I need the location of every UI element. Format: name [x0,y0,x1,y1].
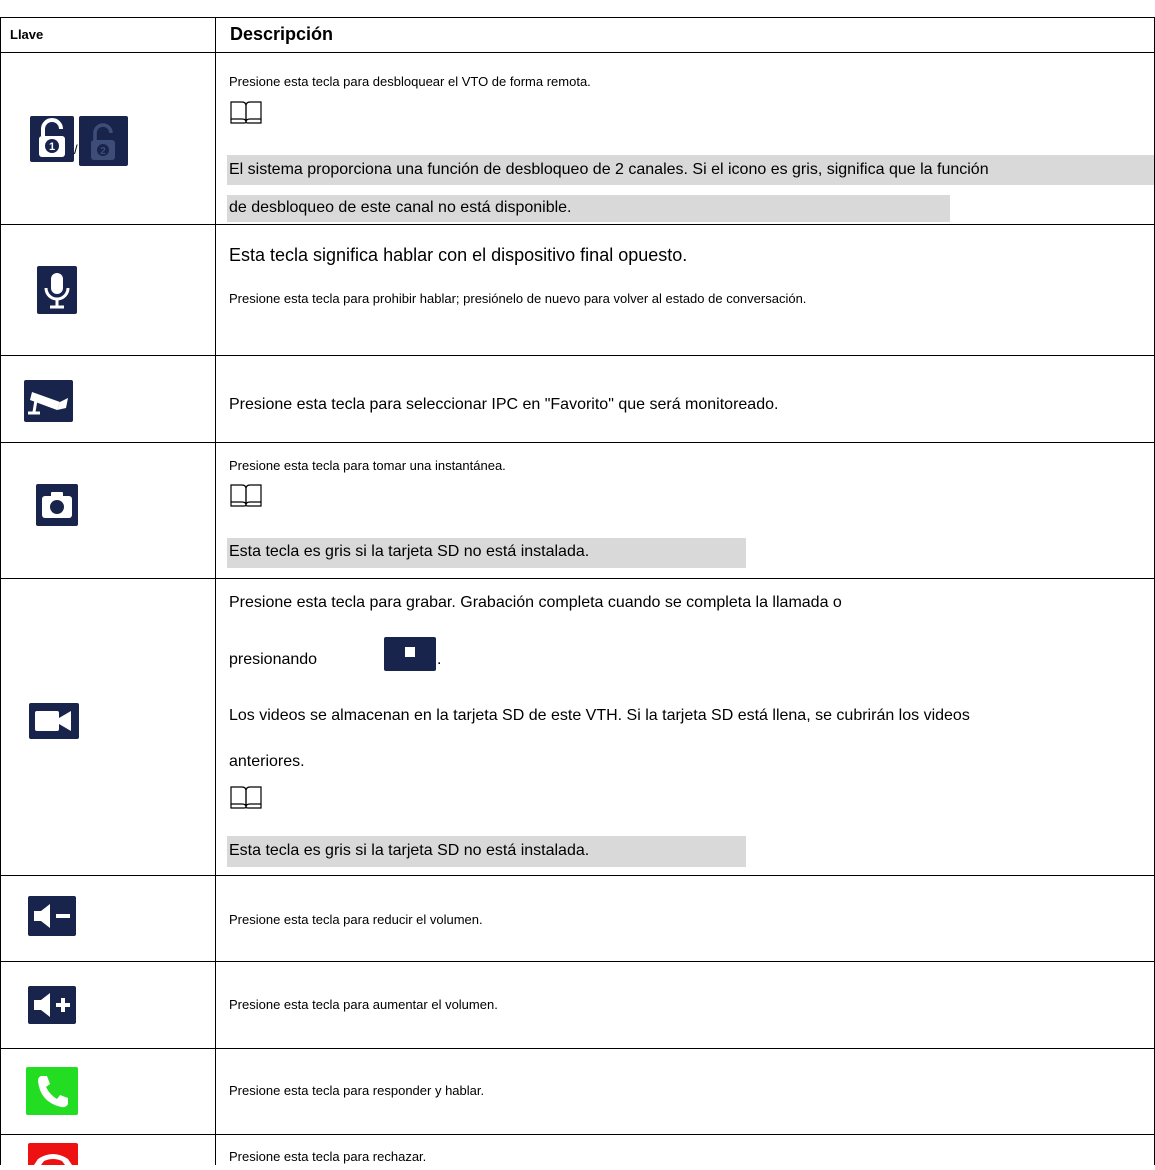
row-divider [0,875,1155,876]
row-divider [0,578,1155,579]
row2-description: Esta tecla significa hablar con el dispo… [229,245,688,265]
video-record-icon[interactable] [29,703,79,739]
volume-up-icon[interactable] [28,986,76,1024]
row5-description-3: Los videos se almacenan en la tarjeta SD… [229,707,970,724]
volume-down-icon[interactable] [28,896,76,936]
row-divider [0,442,1155,443]
row-divider [0,224,1155,225]
svg-text:1: 1 [49,141,55,153]
header-key: Llave [10,27,44,42]
row5-description-2: presionando [229,651,318,668]
row1-note-line1: El sistema proporciona una función de de… [229,161,989,178]
row7-description: Presione esta tecla para aumentar el vol… [229,997,498,1012]
column-divider [215,17,216,1165]
row5-description-4: anteriores. [229,753,305,770]
row-divider [0,1134,1155,1135]
row4-note: Esta tecla es gris si la tarjeta SD no e… [229,543,590,560]
row-divider [0,355,1155,356]
row1-note-line2: de desbloqueo de este canal no está disp… [229,199,572,216]
row-divider [0,961,1155,962]
answer-call-icon[interactable] [26,1067,78,1115]
table-top-border [0,17,1155,18]
header-description: Descripción [230,24,334,44]
microphone-icon[interactable] [37,266,77,314]
header-bottom-border [0,52,1155,53]
cctv-camera-icon[interactable] [24,380,73,422]
row5-description: Presione esta tecla para grabar. Grabaci… [229,594,842,611]
svg-text:2: 2 [100,146,106,157]
row6-description: Presione esta tecla para reducir el volu… [229,912,483,927]
row4-description: Presione esta tecla para tomar una insta… [229,458,506,473]
unlock-1-icon[interactable]: 1 [30,116,74,162]
note-book-icon [230,484,262,507]
row8-description: Presione esta tecla para responder y hab… [229,1083,485,1098]
table-left-border [0,17,1,1165]
note-book-icon [230,786,262,809]
camera-icon[interactable] [36,484,78,526]
row3-description: Presione esta tecla para seleccionar IPC… [229,396,779,413]
row-divider [0,1048,1155,1049]
note-book-icon [230,101,262,124]
row9-description: Presione esta tecla para rechazar. [229,1149,427,1164]
row5-note: Esta tecla es gris si la tarjeta SD no e… [229,842,590,859]
row1-description: Presione esta tecla para desbloquear el … [229,74,591,89]
stop-icon[interactable] [384,637,436,671]
row2-description-2: Presione esta tecla para prohibir hablar… [229,291,807,306]
row5-period: . [437,651,442,668]
icon-separator: / [74,142,78,157]
reject-call-icon[interactable] [28,1143,78,1165]
unlock-2-icon[interactable]: 2 [79,116,128,166]
